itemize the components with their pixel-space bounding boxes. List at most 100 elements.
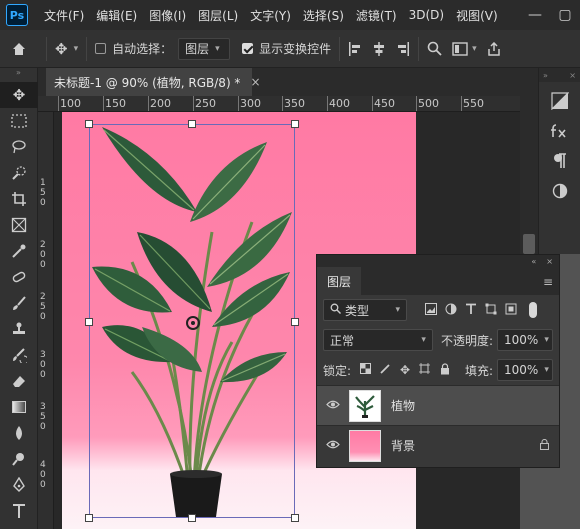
close-tab-icon[interactable]: × bbox=[250, 75, 260, 89]
filter-kind-dropdown[interactable]: 类型 ▾ bbox=[323, 299, 407, 321]
lock-transparent-pixels-icon[interactable] bbox=[355, 363, 375, 377]
transform-handle-top-left[interactable] bbox=[85, 120, 93, 128]
gradient-tool[interactable] bbox=[0, 394, 38, 420]
menu-file[interactable]: 文件(F) bbox=[38, 7, 90, 24]
eraser-tool[interactable] bbox=[0, 368, 38, 394]
quick-select-tool[interactable] bbox=[0, 160, 38, 186]
filter-toggle-switch[interactable] bbox=[529, 302, 537, 318]
align-right-icon[interactable] bbox=[396, 41, 410, 56]
type-filter-icon[interactable] bbox=[461, 303, 481, 318]
chevron-down-icon: ▾ bbox=[544, 335, 549, 345]
lasso-tool[interactable] bbox=[0, 134, 38, 160]
search-icon[interactable] bbox=[427, 41, 442, 56]
type-tool[interactable] bbox=[0, 498, 38, 524]
transform-handle-top-right[interactable] bbox=[291, 120, 299, 128]
layer-row[interactable]: 植物 bbox=[317, 385, 559, 425]
history-brush-tool[interactable] bbox=[0, 342, 38, 368]
smart-object-filter-icon[interactable] bbox=[501, 303, 521, 318]
ruler-label: 250 bbox=[195, 97, 216, 110]
menu-type[interactable]: 文字(Y) bbox=[244, 7, 297, 24]
align-center-icon[interactable] bbox=[372, 41, 386, 56]
share-icon[interactable] bbox=[487, 41, 501, 56]
pen-tool[interactable] bbox=[0, 472, 38, 498]
ruler-label: 0 bbox=[40, 250, 46, 260]
pixel-filter-icon[interactable] bbox=[421, 302, 441, 318]
clone-stamp-tool[interactable] bbox=[0, 316, 38, 342]
blend-mode-dropdown[interactable]: 正常 ▾ bbox=[323, 329, 433, 351]
dodge-tool[interactable] bbox=[0, 446, 38, 472]
scrollbar-thumb[interactable] bbox=[523, 234, 535, 254]
fx-icon[interactable] bbox=[539, 116, 580, 146]
ruler-label: 0 bbox=[40, 470, 46, 480]
chevron-down-icon[interactable]: ▾ bbox=[74, 44, 79, 54]
brush-tool[interactable] bbox=[0, 290, 38, 316]
ruler-tick bbox=[461, 96, 462, 111]
transform-handle-top-center[interactable] bbox=[188, 120, 196, 128]
healing-brush-tool[interactable] bbox=[0, 264, 38, 290]
menu-bar: Ps 文件(F) 编辑(E) 图像(I) 图层(L) 文字(Y) 选择(S) 滤… bbox=[0, 0, 580, 30]
eye-icon[interactable] bbox=[317, 438, 349, 453]
lock-fill-row: 锁定: ✥ 填充: 100% ▾ bbox=[317, 355, 559, 385]
gradient-icon bbox=[12, 401, 26, 413]
eye-icon[interactable] bbox=[317, 398, 349, 413]
auto-select-checkbox[interactable] bbox=[95, 43, 107, 54]
marquee-tool[interactable] bbox=[0, 108, 38, 134]
styles-icon[interactable] bbox=[539, 176, 580, 206]
transform-handle-middle-left[interactable] bbox=[85, 318, 93, 326]
layer-name[interactable]: 植物 bbox=[391, 397, 559, 414]
close-icon[interactable]: × bbox=[546, 257, 553, 266]
lock-all-icon[interactable] bbox=[435, 362, 455, 378]
show-transform-checkbox[interactable] bbox=[242, 43, 254, 54]
menu-filter[interactable]: 滤镜(T) bbox=[350, 7, 403, 24]
panel-menu-icon[interactable]: ≡ bbox=[543, 275, 553, 289]
adjust-icon[interactable] bbox=[539, 86, 580, 116]
fill-field[interactable]: 100% ▾ bbox=[497, 359, 554, 381]
collapse-icon[interactable]: » bbox=[543, 71, 548, 80]
document-tab[interactable]: 未标题-1 @ 90% (植物, RGB/8) * × bbox=[46, 68, 261, 96]
layer-row[interactable]: 背景 bbox=[317, 425, 559, 465]
layer-name[interactable]: 背景 bbox=[391, 437, 529, 454]
adjustment-filter-icon[interactable] bbox=[441, 303, 461, 318]
close-icon[interactable]: × bbox=[569, 71, 576, 80]
lock-artboard-icon[interactable] bbox=[415, 363, 435, 377]
auto-select-target-dropdown[interactable]: 图层 ▾ bbox=[178, 37, 231, 60]
transform-handle-bottom-right[interactable] bbox=[291, 514, 299, 522]
transform-handle-bottom-center[interactable] bbox=[188, 514, 196, 522]
pen-icon bbox=[13, 477, 25, 492]
menu-view[interactable]: 视图(V) bbox=[450, 7, 504, 24]
collapse-toolbar-icon[interactable]: » bbox=[0, 68, 37, 82]
lock-position-icon[interactable]: ✥ bbox=[395, 363, 415, 377]
menu-select[interactable]: 选择(S) bbox=[297, 7, 350, 24]
blur-tool[interactable] bbox=[0, 420, 38, 446]
menu-3d[interactable]: 3D(D) bbox=[403, 8, 450, 22]
paragraph-icon[interactable] bbox=[539, 146, 580, 176]
ruler-label: 3 bbox=[40, 402, 46, 412]
align-left-icon[interactable] bbox=[348, 41, 362, 56]
transform-handle-bottom-left[interactable] bbox=[85, 514, 93, 522]
tools-panel: » ✥ bbox=[0, 68, 38, 529]
reference-point-icon[interactable] bbox=[186, 316, 200, 330]
eyedropper-tool[interactable] bbox=[0, 238, 38, 264]
crop-tool[interactable] bbox=[0, 186, 38, 212]
workspace-icon[interactable] bbox=[452, 41, 468, 56]
restore-button[interactable]: ▢ bbox=[550, 7, 580, 23]
menu-edit[interactable]: 编辑(E) bbox=[90, 7, 143, 24]
transform-handle-middle-right[interactable] bbox=[291, 318, 299, 326]
move-tool-icon[interactable]: ✥ bbox=[55, 40, 68, 58]
frame-tool[interactable] bbox=[0, 212, 38, 238]
menu-layer[interactable]: 图层(L) bbox=[192, 7, 244, 24]
vertical-scrollbar[interactable] bbox=[520, 96, 538, 256]
home-icon[interactable] bbox=[0, 41, 38, 57]
tab-layers[interactable]: 图层 bbox=[317, 267, 362, 295]
opacity-field[interactable]: 100% ▾ bbox=[497, 329, 553, 351]
lock-image-pixels-icon[interactable] bbox=[375, 363, 395, 377]
chevron-down-icon[interactable]: ▾ bbox=[472, 44, 477, 54]
menu-image[interactable]: 图像(I) bbox=[143, 7, 192, 24]
shape-filter-icon[interactable] bbox=[481, 303, 501, 318]
ruler-label: 3 bbox=[40, 350, 46, 360]
ruler-label: 0 bbox=[40, 260, 46, 270]
minimize-button[interactable]: — bbox=[520, 7, 550, 23]
collapse-icon[interactable]: « bbox=[531, 257, 536, 266]
type-icon bbox=[13, 504, 25, 518]
move-tool[interactable]: ✥ bbox=[0, 82, 38, 108]
